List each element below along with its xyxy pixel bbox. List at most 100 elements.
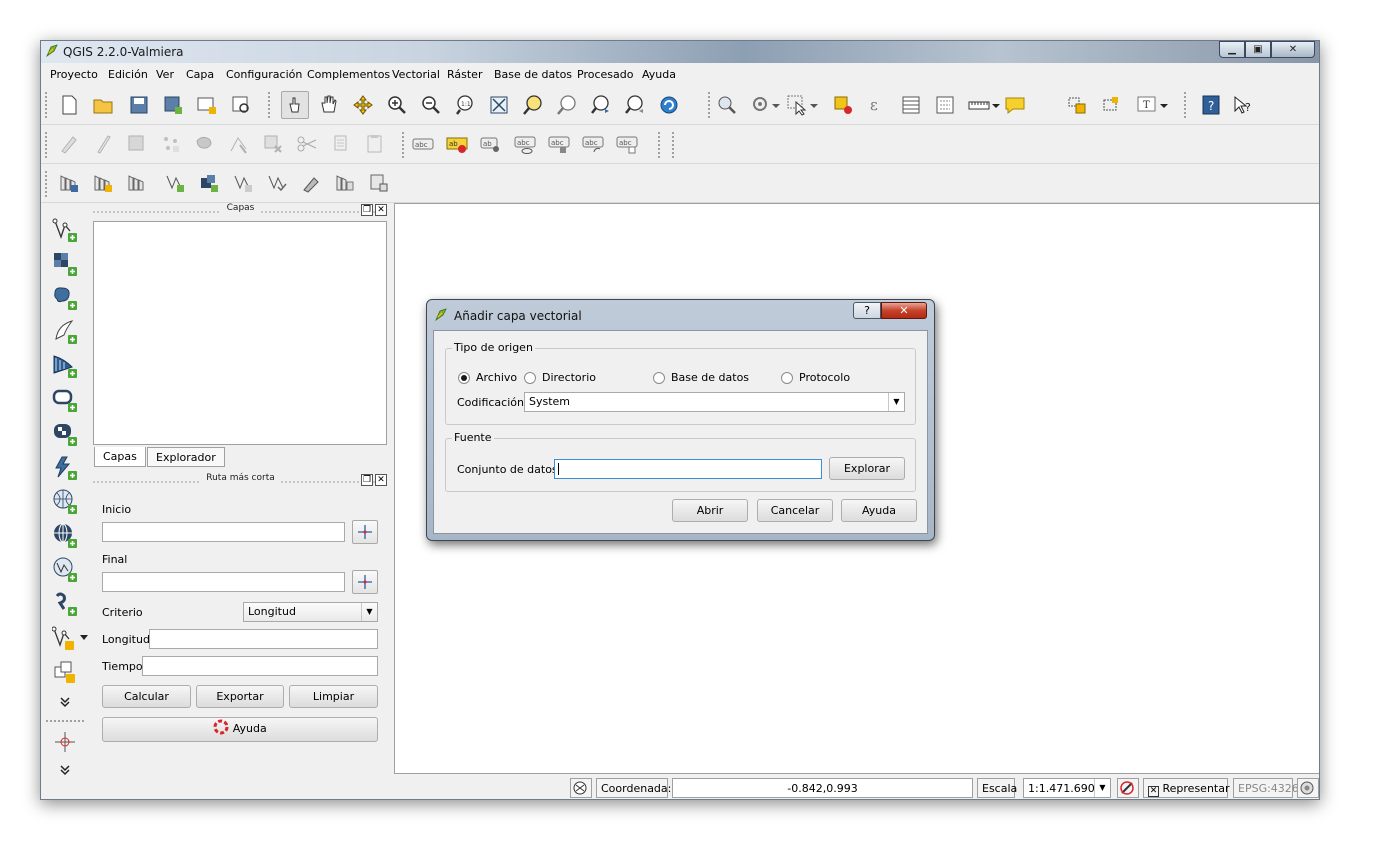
toolbar-grip[interactable] bbox=[671, 131, 675, 159]
add-postgis-layer-icon[interactable] bbox=[52, 285, 78, 311]
scale-combo[interactable]: 1:1.471.690 ▼ bbox=[1023, 778, 1111, 798]
open-project-icon[interactable] bbox=[91, 93, 115, 117]
radio-base-de-datos-label[interactable]: Base de datos bbox=[671, 371, 749, 384]
add-mssql-layer-icon[interactable] bbox=[52, 353, 78, 379]
radio-directorio[interactable] bbox=[524, 372, 536, 384]
current-edits-icon[interactable] bbox=[57, 132, 81, 156]
toolbar-grip[interactable] bbox=[1183, 91, 1187, 119]
crs-status[interactable]: EPSG:4326 bbox=[1233, 778, 1299, 798]
add-wcs-layer-icon[interactable] bbox=[52, 489, 78, 515]
menu-capa[interactable]: Capa bbox=[186, 68, 214, 81]
length-output[interactable] bbox=[149, 629, 378, 649]
show-hide-labels-icon[interactable]: abc bbox=[513, 132, 537, 156]
zoom-next-icon[interactable] bbox=[623, 93, 647, 117]
criterion-select[interactable]: Longitud ▼ bbox=[243, 602, 378, 622]
messages-icon[interactable] bbox=[1297, 778, 1319, 798]
add-raster-layer-icon[interactable] bbox=[52, 251, 78, 277]
toggle-editing-icon[interactable] bbox=[91, 132, 115, 156]
add-spatialite-layer-icon[interactable] bbox=[52, 319, 78, 345]
menu-procesado[interactable]: Procesado bbox=[577, 68, 633, 81]
toolbar-grip[interactable] bbox=[45, 719, 85, 723]
vector-tools-icon[interactable] bbox=[299, 171, 323, 195]
close-dock-icon[interactable]: ✕ bbox=[375, 474, 387, 486]
minimize-button[interactable]: ▁ bbox=[1219, 41, 1245, 58]
raster-calculator-icon[interactable] bbox=[57, 171, 81, 195]
paste-features-icon[interactable] bbox=[363, 132, 387, 156]
vector-check-icon[interactable] bbox=[265, 171, 289, 195]
render-toggle[interactable]: ✕ Representar bbox=[1143, 778, 1230, 798]
export-button[interactable]: Exportar bbox=[196, 685, 284, 708]
radio-directorio-label[interactable]: Directorio bbox=[542, 371, 596, 384]
attribute-table-icon[interactable] bbox=[899, 93, 923, 117]
menu-raster[interactable]: Ráster bbox=[447, 68, 482, 81]
pan-to-selection-icon[interactable] bbox=[351, 93, 375, 117]
measure-dropdown-icon[interactable] bbox=[991, 93, 1001, 117]
radio-archivo[interactable] bbox=[458, 372, 470, 384]
rotate-label-icon[interactable]: abc bbox=[581, 132, 605, 156]
zoom-to-selection-icon[interactable] bbox=[555, 93, 579, 117]
action-dropdown-icon[interactable] bbox=[771, 93, 781, 117]
map-tips-icon[interactable] bbox=[1003, 93, 1027, 117]
cancel-button[interactable]: Cancelar bbox=[757, 499, 833, 522]
add-delimited-text-layer-icon[interactable] bbox=[52, 557, 78, 583]
dialog-help-action-button[interactable]: Ayuda bbox=[841, 499, 917, 522]
menu-ayuda[interactable]: Ayuda bbox=[642, 68, 676, 81]
radio-protocolo[interactable] bbox=[781, 372, 793, 384]
zoom-last-icon[interactable] bbox=[589, 93, 613, 117]
add-db2-layer-icon[interactable] bbox=[52, 421, 78, 447]
copy-features-icon[interactable] bbox=[329, 132, 353, 156]
zoom-to-layer-icon[interactable] bbox=[521, 93, 545, 117]
field-calculator-icon[interactable]: ε bbox=[865, 93, 889, 117]
move-label-icon[interactable]: abc bbox=[547, 132, 571, 156]
coordinate-capture-icon[interactable] bbox=[52, 729, 78, 755]
deselect-features-icon[interactable] bbox=[831, 93, 855, 117]
calculate-button[interactable]: Calcular bbox=[102, 685, 191, 708]
dataset-input[interactable] bbox=[554, 459, 822, 479]
dialog-close-button[interactable]: ✕ bbox=[881, 302, 927, 319]
stop-render-icon[interactable] bbox=[1117, 778, 1139, 798]
time-output[interactable] bbox=[142, 656, 378, 676]
close-dock-icon[interactable]: ✕ bbox=[375, 204, 387, 216]
select-dropdown-icon[interactable] bbox=[809, 93, 819, 117]
composer-manager-icon[interactable] bbox=[229, 93, 253, 117]
menu-complementos[interactable]: Complementos bbox=[307, 68, 390, 81]
raster-info-icon[interactable] bbox=[125, 171, 149, 195]
add-wms-layer-icon[interactable] bbox=[52, 455, 78, 481]
pick-start-point-button[interactable] bbox=[352, 520, 378, 544]
identify-features-icon[interactable] bbox=[715, 93, 739, 117]
toolbar-grip[interactable] bbox=[44, 91, 48, 119]
radio-base-de-datos[interactable] bbox=[653, 372, 665, 384]
raster-translate-icon[interactable] bbox=[333, 171, 357, 195]
tab-capas[interactable]: Capas bbox=[94, 447, 146, 467]
highlight-pinned-labels-icon[interactable]: ab bbox=[445, 132, 469, 156]
whats-this-icon[interactable]: ? bbox=[1231, 93, 1255, 117]
float-dock-icon[interactable]: ❐ bbox=[361, 474, 373, 486]
change-label-icon[interactable]: abc bbox=[615, 132, 639, 156]
help-contents-icon[interactable]: ? bbox=[1199, 93, 1223, 117]
help-button[interactable]: Ayuda bbox=[102, 717, 378, 742]
toolbar-grip[interactable] bbox=[401, 131, 405, 159]
add-virtual-layer-icon[interactable] bbox=[52, 659, 78, 685]
expand-more-icon-2[interactable] bbox=[52, 763, 78, 777]
zoom-native-icon[interactable]: 1:1 bbox=[453, 93, 477, 117]
new-shapefile-layer-icon[interactable] bbox=[51, 625, 92, 651]
new-print-composer-icon[interactable] bbox=[195, 93, 219, 117]
add-wfs-layer-icon[interactable] bbox=[52, 523, 78, 549]
dialog-help-button[interactable]: ? bbox=[853, 302, 881, 319]
browse-button[interactable]: Explorar bbox=[829, 457, 905, 480]
zoom-in-icon[interactable] bbox=[385, 93, 409, 117]
menu-vectorial[interactable]: Vectorial bbox=[392, 68, 440, 81]
vector-select-blue-icon[interactable] bbox=[197, 171, 221, 195]
end-point-input[interactable] bbox=[102, 572, 345, 592]
touch-zoom-pan-icon[interactable] bbox=[281, 91, 309, 119]
menu-ver[interactable]: Ver bbox=[156, 68, 174, 81]
save-as-icon[interactable] bbox=[161, 93, 185, 117]
coordinate-value[interactable]: -0.842,0.993 bbox=[672, 778, 973, 798]
raster-clip-icon[interactable] bbox=[367, 171, 391, 195]
measure-line-icon[interactable] bbox=[967, 93, 991, 117]
run-feature-action-icon[interactable] bbox=[749, 93, 773, 117]
render-checkbox[interactable]: ✕ bbox=[1148, 786, 1159, 797]
node-tool-icon[interactable] bbox=[227, 132, 251, 156]
layer-labeling-icon[interactable]: abc bbox=[411, 132, 435, 156]
add-feature-icon[interactable] bbox=[159, 132, 183, 156]
